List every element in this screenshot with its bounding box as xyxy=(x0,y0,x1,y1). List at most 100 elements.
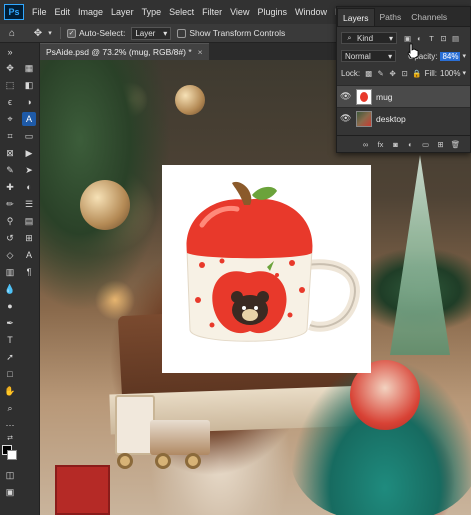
history-brush-icon[interactable]: ↺ xyxy=(3,231,17,245)
menu-view[interactable]: View xyxy=(226,7,253,17)
arrow-icon[interactable]: ➤ xyxy=(22,163,36,177)
move-tool-icon[interactable]: ✥ xyxy=(3,61,17,75)
lock-pixels-icon[interactable]: ✎ xyxy=(376,69,385,78)
chat-icon[interactable]: ▭ xyxy=(22,129,36,143)
layer-name-mug[interactable]: mug xyxy=(376,92,393,102)
frame-tool-icon[interactable]: ▦ xyxy=(22,61,36,75)
layer-row-desktop[interactable]: 👁 desktop xyxy=(337,107,470,129)
healing-brush-icon[interactable]: ✚ xyxy=(3,180,17,194)
lock-label: Lock: xyxy=(341,68,361,78)
visibility-eye-icon[interactable]: 👁 xyxy=(340,113,352,124)
swap-colors-icon[interactable]: ⇄ xyxy=(3,431,17,445)
dodge-tool-icon[interactable]: ● xyxy=(3,299,17,313)
layer-name-desktop[interactable]: desktop xyxy=(376,114,406,124)
pen-tool-icon[interactable]: ✒ xyxy=(3,316,17,330)
kind-filter-label: Kind xyxy=(357,33,374,43)
layer-row-mug[interactable]: 👁 mug xyxy=(337,85,470,107)
adjustment-layer-icon[interactable]: ◐ xyxy=(406,140,415,149)
stamp-tool-icon[interactable]: ⚲ xyxy=(3,214,17,228)
menu-select[interactable]: Select xyxy=(165,7,198,17)
photoshop-window: Ps File Edit Image Layer Type Select Fil… xyxy=(0,0,471,515)
menu-layer[interactable]: Layer xyxy=(107,7,138,17)
menu-edit[interactable]: Edit xyxy=(51,7,75,17)
shape-filter-icon[interactable]: ⊡ xyxy=(439,34,448,43)
grid-icon[interactable]: ⊞ xyxy=(22,231,36,245)
eraser-tool-icon[interactable]: ◑ xyxy=(22,95,36,109)
menu-plugins[interactable]: Plugins xyxy=(253,7,291,17)
photoshop-logo: Ps xyxy=(4,4,24,20)
eyedropper-icon[interactable]: ✎ xyxy=(3,163,17,177)
chevron-down-icon[interactable]: ▾ xyxy=(46,25,54,41)
layer-effects-icon[interactable]: fx xyxy=(376,140,385,149)
menu-filter[interactable]: Filter xyxy=(198,7,226,17)
close-icon[interactable]: × xyxy=(198,47,203,57)
tab-paths[interactable]: Paths xyxy=(375,8,407,26)
collapse-icon[interactable]: » xyxy=(3,45,17,59)
smart-object-filter-icon[interactable]: ▤ xyxy=(451,34,460,43)
auto-select-checkbox[interactable]: ✓ xyxy=(67,28,76,38)
chevron-down-icon[interactable]: ▾ xyxy=(462,69,466,77)
type-filter-icon[interactable]: T xyxy=(427,34,436,43)
layer-thumbnail xyxy=(356,88,372,105)
home-icon[interactable]: ⌂ xyxy=(4,25,20,41)
hand-tool-icon[interactable]: ✋ xyxy=(3,384,17,398)
fill-input[interactable]: 100% xyxy=(440,69,460,78)
link-layers-icon[interactable]: ∞ xyxy=(361,140,370,149)
kind-filter-dropdown[interactable]: ⌕ Kind ▾ xyxy=(341,32,397,44)
chevron-down-icon[interactable]: ▾ xyxy=(462,52,466,60)
blur-tool-icon[interactable]: 💧 xyxy=(3,282,17,296)
background-color-swatch[interactable] xyxy=(7,450,17,460)
type-tool-icon[interactable]: T xyxy=(3,333,17,347)
more-tools-icon[interactable]: ⋯ xyxy=(3,418,17,432)
paragraph-icon[interactable]: ¶ xyxy=(22,265,36,279)
ai-assistant-icon[interactable]: A xyxy=(22,112,36,126)
new-group-icon[interactable]: ▭ xyxy=(421,140,430,149)
tab-channels[interactable]: Channels xyxy=(406,8,452,26)
character-icon[interactable]: A xyxy=(22,248,36,262)
table-icon[interactable]: ▤ xyxy=(22,214,36,228)
lock-position-icon[interactable]: ✥ xyxy=(388,69,397,78)
lasso-tool-icon[interactable]: ϵ xyxy=(3,95,17,109)
search-icon: ⌕ xyxy=(347,33,352,42)
menu-window[interactable]: Window xyxy=(291,7,331,17)
menu-image[interactable]: Image xyxy=(74,7,107,17)
crop-tool-icon[interactable]: ⌗ xyxy=(3,129,17,143)
menu-type[interactable]: Type xyxy=(138,7,166,17)
menu-file[interactable]: File xyxy=(28,7,51,17)
tab-layers[interactable]: Layers xyxy=(337,8,375,26)
adjustment-filter-icon[interactable]: ◐ xyxy=(415,34,424,43)
opacity-input[interactable]: 84% xyxy=(440,51,461,61)
delete-layer-icon[interactable]: 🗑 xyxy=(451,140,461,149)
chevron-down-icon: ▾ xyxy=(388,33,393,43)
eraser-icon[interactable]: ◇ xyxy=(3,248,17,262)
play-icon[interactable]: ▶ xyxy=(22,146,36,160)
auto-select-dropdown[interactable]: Layer ▾ xyxy=(131,26,172,40)
lock-transparent-icon[interactable]: ▩ xyxy=(364,69,373,78)
transform-controls-checkbox[interactable] xyxy=(177,28,187,38)
quick-mask-icon[interactable]: ◫ xyxy=(3,468,17,482)
hand-cursor-icon xyxy=(407,43,419,59)
contrast-icon[interactable]: ◐ xyxy=(22,180,36,194)
marquee-tool-icon[interactable]: ⬚ xyxy=(3,78,17,92)
gradient-tool-icon[interactable]: ▥ xyxy=(3,265,17,279)
lock-artboard-icon[interactable]: ⊡ xyxy=(400,69,409,78)
add-mask-icon[interactable]: ◙ xyxy=(391,140,400,149)
object-select-icon[interactable]: ◧ xyxy=(22,78,36,92)
brush-tool-icon[interactable]: ✏ xyxy=(3,197,17,211)
visibility-eye-icon[interactable]: 👁 xyxy=(340,91,352,102)
rectangle-tool-icon[interactable]: □ xyxy=(3,367,17,381)
list-icon[interactable]: ☰ xyxy=(22,197,36,211)
lock-all-icon[interactable]: 🔒 xyxy=(412,69,421,78)
move-tool-icon[interactable]: ✥ xyxy=(30,25,46,41)
path-select-icon[interactable]: ➚ xyxy=(3,350,17,364)
pixel-filter-icon[interactable]: ▣ xyxy=(403,34,412,43)
screen-mode-icon[interactable]: ▣ xyxy=(3,485,17,499)
new-layer-icon[interactable]: ⊞ xyxy=(436,140,445,149)
frame-icon[interactable]: ⊠ xyxy=(3,146,17,160)
mug-layer[interactable] xyxy=(162,165,371,373)
zoom-tool-icon[interactable]: ⌕ xyxy=(3,401,17,415)
layer-thumbnail xyxy=(356,110,372,127)
blend-mode-dropdown[interactable]: Normal ▾ xyxy=(341,50,397,62)
document-tab[interactable]: PsAide.psd @ 73.2% (mug, RGB/8#) * × xyxy=(40,43,209,60)
quick-select-icon[interactable]: ⌖ xyxy=(3,112,17,126)
